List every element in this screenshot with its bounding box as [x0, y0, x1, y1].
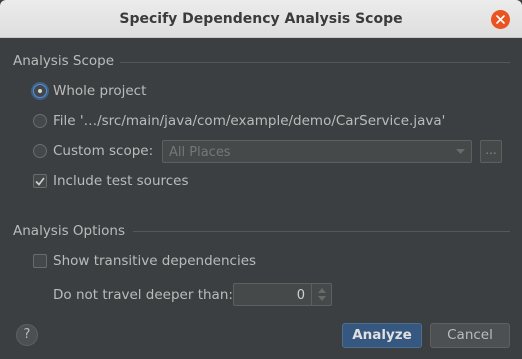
depth-label: Do not travel deeper than: — [53, 287, 233, 303]
title-bar: Specify Dependency Analysis Scope — [0, 0, 522, 38]
show-transitive-label: Show transitive dependencies — [53, 253, 257, 269]
file-radio[interactable] — [33, 114, 47, 128]
spinner-down-icon[interactable] — [317, 296, 326, 301]
custom-scope-select[interactable]: All Places — [162, 140, 472, 163]
cancel-button[interactable]: Cancel — [430, 323, 510, 348]
custom-scope-value: All Places — [169, 145, 231, 160]
options-separator — [133, 231, 510, 232]
close-icon — [496, 15, 505, 24]
file-option[interactable]: File '…/src/main/java/com/example/demo/C… — [33, 113, 445, 129]
include-tests-option[interactable]: Include test sources — [33, 173, 189, 189]
whole-project-label: Whole project — [53, 83, 147, 99]
checkmark-icon — [35, 177, 45, 186]
dialog-title: Specify Dependency Analysis Scope — [119, 11, 403, 27]
custom-scope-label: Custom scope: — [53, 143, 154, 159]
browse-scope-button[interactable]: ... — [480, 140, 502, 163]
analysis-options-heading: Analysis Options — [13, 223, 126, 239]
close-button[interactable] — [491, 10, 510, 29]
depth-value: 0 — [296, 288, 305, 303]
include-tests-label: Include test sources — [53, 173, 189, 189]
whole-project-option[interactable]: Whole project — [33, 83, 146, 99]
depth-row: Do not travel deeper than: — [53, 287, 233, 303]
spinner-up-icon[interactable] — [317, 288, 326, 293]
spinner-arrows[interactable] — [311, 284, 331, 305]
file-label: File '…/src/main/java/com/example/demo/C… — [53, 113, 446, 129]
analyze-button[interactable]: Analyze — [342, 323, 422, 348]
scope-separator — [120, 62, 510, 63]
depth-spinner[interactable]: 0 — [233, 283, 332, 306]
custom-scope-radio[interactable] — [33, 144, 47, 158]
help-button[interactable]: ? — [16, 324, 38, 346]
show-transitive-option[interactable]: Show transitive dependencies — [33, 253, 256, 269]
analysis-scope-heading: Analysis Scope — [13, 53, 115, 69]
show-transitive-checkbox[interactable] — [33, 254, 47, 268]
whole-project-radio[interactable] — [33, 84, 47, 98]
include-tests-checkbox[interactable] — [33, 174, 47, 188]
chevron-down-icon — [456, 149, 465, 154]
custom-scope-option[interactable]: Custom scope: — [33, 143, 153, 159]
